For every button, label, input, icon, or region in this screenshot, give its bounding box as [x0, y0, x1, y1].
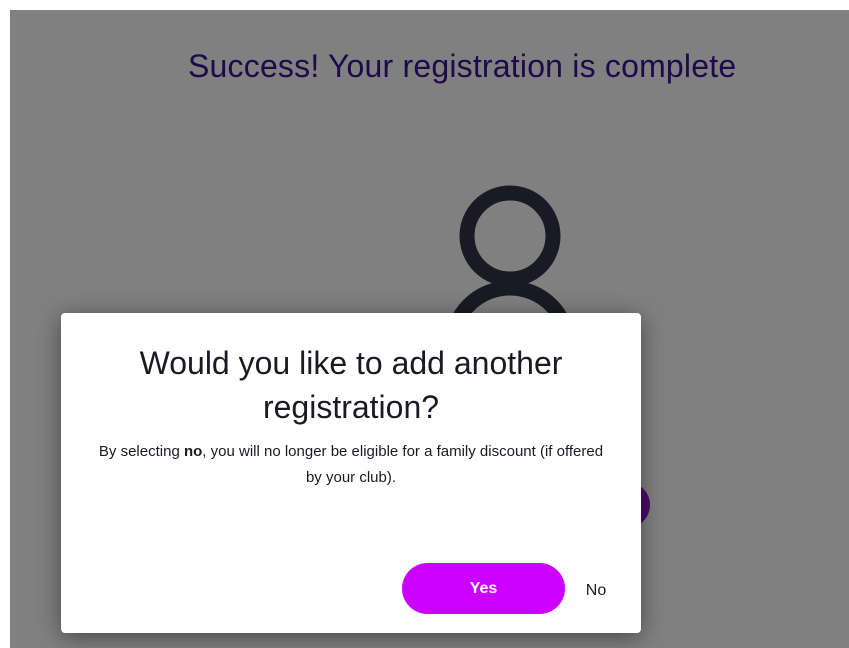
registration-page: Success! Your registration is complete W…	[0, 0, 849, 648]
left-edge	[0, 0, 10, 648]
dialog-message-emphasis: no	[183, 443, 203, 460]
page-title: Success! Your registration is complete	[188, 48, 737, 84]
add-registration-dialog: Would you like to add another registrati…	[61, 313, 641, 633]
dialog-message-prefix: By selecting	[98, 443, 184, 460]
dialog-message-suffix: , you will no longer be eligible for a f…	[202, 443, 604, 486]
yes-button[interactable]: Yes	[402, 563, 565, 614]
dialog-title: Would you like to add another registrati…	[139, 345, 563, 425]
no-button[interactable]: No	[575, 577, 617, 605]
top-edge	[0, 0, 849, 10]
dialog-message: By selecting no, you will no longer be e…	[91, 439, 611, 491]
